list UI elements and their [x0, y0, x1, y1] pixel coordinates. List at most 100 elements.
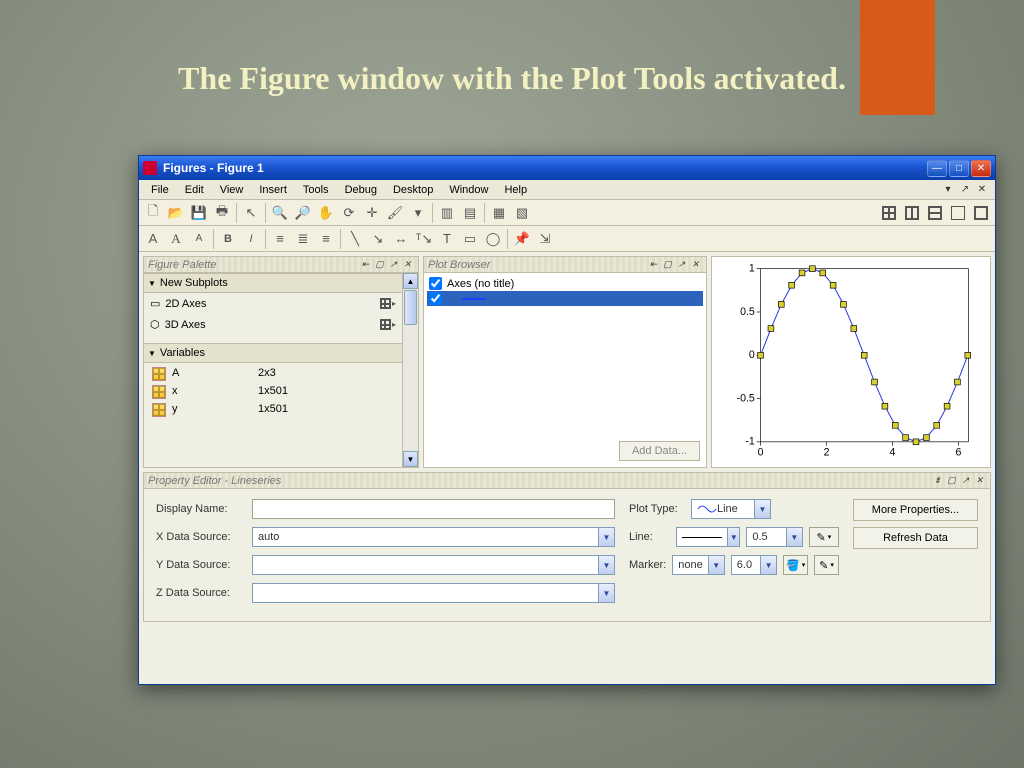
brush-icon[interactable]: 🖌 [384, 202, 406, 224]
y-src-combo[interactable]: ▼ [252, 555, 615, 575]
more-properties-button[interactable]: More Properties... [853, 499, 978, 521]
zoom-out-icon[interactable]: 🔎 [292, 202, 314, 224]
z-src-combo[interactable]: ▼ [252, 583, 615, 603]
plottools-show-icon[interactable]: ▧ [511, 202, 533, 224]
item-2d-axes[interactable]: ▭ 2D Axes ▸ [144, 293, 402, 314]
titlebar[interactable]: Figures - Figure 1 ― □ ✕ [139, 156, 995, 180]
line-tool-icon[interactable]: ╲ [344, 228, 366, 250]
panel-max-icon[interactable]: ↗ [959, 475, 972, 487]
marker-size-combo[interactable]: 6.0▼ [731, 555, 777, 575]
layout-single-icon[interactable] [970, 202, 992, 224]
pan-icon[interactable]: ✋ [315, 202, 337, 224]
chevron-down-icon[interactable]: ▼ [754, 500, 770, 518]
menu-help[interactable]: Help [496, 182, 535, 198]
bold-icon[interactable]: B [217, 228, 239, 250]
close-button[interactable]: ✕ [971, 160, 991, 177]
chevron-down-icon[interactable]: ▼ [598, 556, 614, 574]
menu-edit[interactable]: Edit [177, 182, 212, 198]
menu-view[interactable]: View [212, 182, 252, 198]
browser-item-axes[interactable]: Axes (no title) [427, 276, 703, 291]
layout-2x2-icon[interactable] [878, 202, 900, 224]
panel-min-icon[interactable]: ▢ [945, 475, 958, 487]
font-a-icon[interactable]: A [165, 228, 187, 250]
line-style-combo[interactable]: ▼ [676, 527, 740, 547]
link-icon[interactable]: ▾ [407, 202, 429, 224]
rotate3d-icon[interactable]: ⟳ [338, 202, 360, 224]
ellipse-tool-icon[interactable]: ◯ [482, 228, 504, 250]
visibility-checkbox[interactable] [429, 277, 442, 290]
menu-file[interactable]: File [143, 182, 177, 198]
line-width-combo[interactable]: 0.5▼ [746, 527, 802, 547]
colorbar-icon[interactable]: ▥ [436, 202, 458, 224]
textarrow-tool-icon[interactable]: ᵀ↘ [413, 228, 435, 250]
align-center-icon[interactable]: ≣ [292, 228, 314, 250]
new-icon[interactable]: 🗋 [142, 202, 164, 224]
font-smaller-icon[interactable]: A [188, 228, 210, 250]
chevron-down-icon[interactable]: ▼ [760, 556, 776, 574]
chevron-down-icon[interactable]: ▼ [727, 528, 739, 546]
scroll-thumb[interactable] [404, 290, 417, 325]
undock-icon[interactable]: ↗ [958, 183, 972, 197]
refresh-data-button[interactable]: Refresh Data [853, 527, 978, 549]
panel-min-icon[interactable]: ▢ [373, 259, 386, 271]
scroll-up-icon[interactable]: ▲ [403, 273, 418, 289]
print-icon[interactable]: 🖶 [211, 202, 233, 224]
dblarrow-tool-icon[interactable]: ↔ [390, 228, 412, 250]
panel-dock-icon[interactable]: ⇤ [359, 259, 372, 271]
pointer-icon[interactable]: ↖ [240, 202, 262, 224]
layout-1x2-icon[interactable] [901, 202, 923, 224]
open-icon[interactable]: 📂 [165, 202, 187, 224]
menubar-close-icon[interactable]: ✕ [975, 183, 989, 197]
visibility-checkbox[interactable] [429, 292, 442, 305]
menu-window[interactable]: Window [441, 182, 496, 198]
add-data-button[interactable]: Add Data... [619, 441, 700, 461]
section-variables[interactable]: ▼ Variables [144, 343, 402, 363]
maximize-button[interactable]: □ [949, 160, 969, 177]
x-src-combo[interactable]: auto▼ [252, 527, 615, 547]
variable-row[interactable]: A 2x3 [144, 365, 402, 383]
minimize-button[interactable]: ― [927, 160, 947, 177]
align-left-icon[interactable]: ≡ [269, 228, 291, 250]
browser-item-series[interactable] [427, 291, 703, 306]
panel-min-icon[interactable]: ▢ [661, 259, 674, 271]
panel-close-icon[interactable]: ✕ [401, 259, 414, 271]
chevron-down-icon[interactable]: ▼ [786, 528, 802, 546]
variable-row[interactable]: y 1x501 [144, 401, 402, 419]
rect-tool-icon[interactable]: ▭ [459, 228, 481, 250]
chevron-down-icon[interactable]: ▼ [598, 528, 614, 546]
marker-combo[interactable]: none▼ [672, 555, 724, 575]
datacursor-icon[interactable]: ✛ [361, 202, 383, 224]
panel-close-icon[interactable]: ✕ [689, 259, 702, 271]
layout-max-icon[interactable] [947, 202, 969, 224]
font-bigger-icon[interactable]: A [142, 228, 164, 250]
marker-edge-color-button[interactable]: ✎▾ [814, 555, 839, 575]
save-icon[interactable]: 💾 [188, 202, 210, 224]
display-name-input[interactable] [252, 499, 615, 519]
panel-max-icon[interactable]: ↗ [675, 259, 688, 271]
italic-icon[interactable]: I [240, 228, 262, 250]
panel-dock-icon[interactable]: ⇟ [931, 475, 944, 487]
zoom-in-icon[interactable]: 🔍 [269, 202, 291, 224]
variable-row[interactable]: x 1x501 [144, 383, 402, 401]
item-3d-axes[interactable]: ⬡ 3D Axes ▸ [144, 314, 402, 335]
dock-menu-icon[interactable]: ▾ [941, 183, 955, 197]
chevron-down-icon[interactable]: ▼ [708, 556, 724, 574]
axes-panel[interactable]: 0246-1-0.500.51 [711, 256, 991, 468]
line-color-button[interactable]: ✎▾ [809, 527, 839, 547]
textbox-tool-icon[interactable]: T [436, 228, 458, 250]
plottools-hide-icon[interactable]: ▦ [488, 202, 510, 224]
pin-tool-icon[interactable]: 📌 [511, 228, 533, 250]
menu-debug[interactable]: Debug [337, 182, 385, 198]
menu-desktop[interactable]: Desktop [385, 182, 441, 198]
scroll-down-icon[interactable]: ▼ [403, 451, 418, 467]
menu-insert[interactable]: Insert [251, 182, 295, 198]
arrow-tool-icon[interactable]: ↘ [367, 228, 389, 250]
align-right-icon[interactable]: ≡ [315, 228, 337, 250]
layout-2x1-icon[interactable] [924, 202, 946, 224]
section-new-subplots[interactable]: ▼ New Subplots [144, 273, 402, 293]
align-tool-icon[interactable]: ⇲ [534, 228, 556, 250]
panel-dock-icon[interactable]: ⇤ [647, 259, 660, 271]
panel-close-icon[interactable]: ✕ [973, 475, 986, 487]
marker-face-color-button[interactable]: 🪣▾ [783, 555, 808, 575]
legend-icon[interactable]: ▤ [459, 202, 481, 224]
